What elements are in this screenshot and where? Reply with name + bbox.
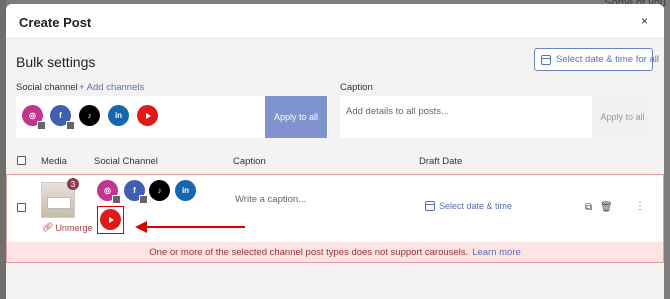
youtube-icon[interactable]: [100, 209, 121, 230]
copy-icon[interactable]: ⧉: [585, 202, 592, 213]
linkedin-icon[interactable]: in: [175, 180, 196, 201]
select-all-checkbox[interactable]: [17, 156, 26, 165]
apply-channels-button[interactable]: Apply to all: [265, 96, 327, 138]
link-icon: 🔗︎: [42, 222, 54, 232]
add-channels-link[interactable]: + Add channels: [79, 82, 144, 93]
calendar-icon: [541, 54, 551, 65]
row-date-label: Select date & time: [439, 201, 513, 211]
select-date-all-button[interactable]: Select date & time for all: [534, 48, 659, 71]
grid-badge-icon: [112, 195, 121, 204]
bulk-settings-title: Bulk settings: [16, 54, 96, 70]
tiktok-icon[interactable]: ♪: [149, 180, 170, 201]
caption-label: Caption: [340, 82, 373, 93]
modal-header: Create Post ×: [6, 4, 664, 39]
row-caption-input[interactable]: Write a caption...: [235, 194, 306, 205]
bulk-caption-placeholder: Add details to all posts...: [346, 106, 449, 117]
modal-footer-area: [6, 263, 664, 299]
header-social-channel: Social Channel: [94, 156, 158, 167]
header-media: Media: [41, 156, 67, 167]
warning-text: One or more of the selected channel post…: [149, 247, 469, 258]
youtube-icon[interactable]: [137, 105, 158, 126]
tiktok-icon[interactable]: ♪: [79, 105, 100, 126]
header-caption: Caption: [233, 156, 266, 167]
learn-more-link[interactable]: Learn more: [472, 247, 521, 258]
calendar-icon: [425, 201, 435, 211]
trash-icon[interactable]: 🗑︎: [600, 202, 613, 213]
header-draft-date: Draft Date: [419, 156, 463, 167]
create-post-modal: Create Post × Bulk settings Select date …: [6, 4, 664, 299]
unmerge-label: Unmerge: [55, 222, 93, 233]
close-button[interactable]: ×: [641, 14, 648, 28]
annotation-arrow-line: [146, 226, 245, 228]
carousel-warning: One or more of the selected channel post…: [6, 242, 664, 263]
media-count-badge: 3: [67, 178, 79, 190]
table-header: Media Social Channel Caption Draft Date: [6, 154, 664, 174]
apply-caption-button[interactable]: Apply to all: [592, 96, 653, 138]
drag-handle-icon[interactable]: ⋮: [635, 201, 645, 212]
row-date-button[interactable]: Select date & time: [425, 201, 512, 211]
linkedin-icon[interactable]: in: [108, 105, 129, 126]
row-checkbox[interactable]: [17, 203, 26, 212]
social-channel-label: Social channel: [16, 82, 78, 93]
modal-title: Create Post: [19, 15, 92, 30]
image-badge-icon: [139, 195, 148, 204]
select-date-all-label: Select date & time for all: [556, 54, 659, 65]
image-badge-icon: [66, 121, 75, 130]
grid-badge-icon: [37, 121, 46, 130]
unmerge-link[interactable]: 🔗︎ Unmerge: [42, 222, 92, 233]
